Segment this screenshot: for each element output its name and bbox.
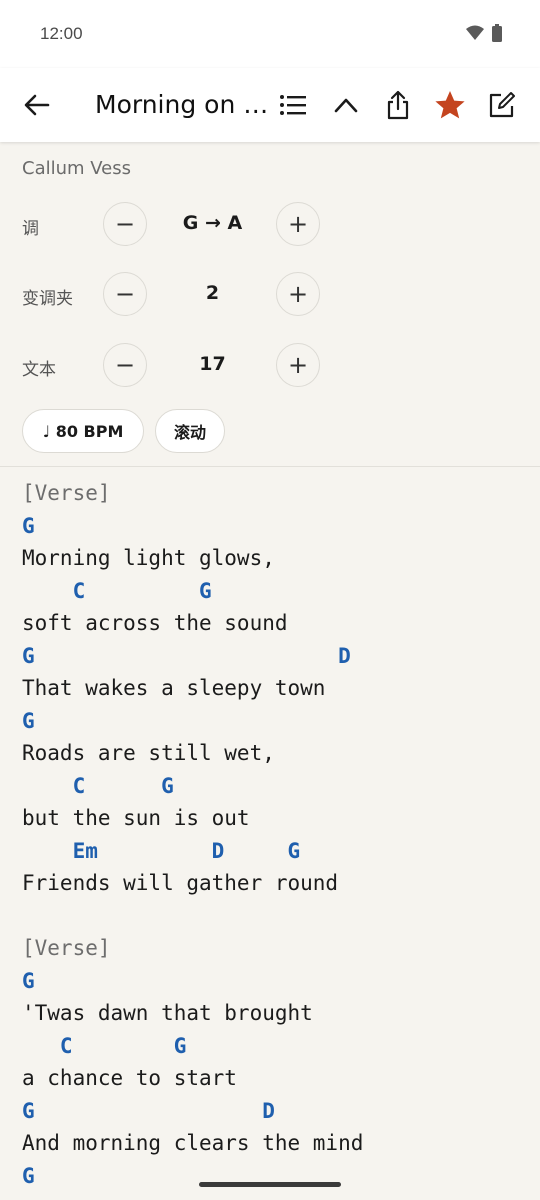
- key-increase-button[interactable]: +: [276, 202, 320, 246]
- key-decrease-button[interactable]: −: [103, 202, 147, 246]
- song-title: Morning on the Harbour: [95, 90, 270, 119]
- key-label: 调: [22, 219, 39, 239]
- section-header: [Verse]: [22, 481, 111, 505]
- text-size-increase-button[interactable]: +: [276, 343, 320, 387]
- lyric-line: Morning light glows,: [22, 546, 275, 570]
- share-icon[interactable]: [381, 88, 415, 122]
- lyric-line: And morning clears the mind: [22, 1131, 364, 1155]
- chord-line: G: [22, 1163, 35, 1188]
- chord-sheet: [Verse] G Morning light glows, C G soft acr…: [22, 477, 363, 1192]
- battery-icon: [492, 24, 502, 46]
- top-app-bar: Morning on the Harbour: [0, 68, 540, 142]
- lyric-line: That wakes a sleepy town: [22, 676, 326, 700]
- lyric-line: 'Twas dawn that brought: [22, 1001, 313, 1025]
- capo-row: 变调夹 − 2 +: [0, 272, 540, 320]
- artist-name: Callum Vess: [22, 158, 132, 179]
- capo-decrease-button[interactable]: −: [103, 272, 147, 316]
- status-time: 12:00: [40, 24, 83, 43]
- key-row: 调 − G → A +: [0, 202, 540, 250]
- text-size-row: 文本 − 17 +: [0, 343, 540, 391]
- lyric-line: but the sun is out: [22, 806, 250, 830]
- chord-line: G: [22, 708, 35, 733]
- lyric-line: a chance to start: [22, 1066, 237, 1090]
- chord-line: C G: [22, 578, 212, 603]
- autoscroll-button[interactable]: 滚动: [155, 409, 225, 453]
- star-icon[interactable]: [433, 88, 467, 122]
- status-icons: [466, 24, 502, 46]
- lyric-line: Friends will gather round: [22, 871, 339, 895]
- key-value: G → A: [182, 212, 243, 234]
- capo-label: 变调夹: [22, 289, 73, 309]
- text-size-value: 17: [199, 353, 226, 375]
- status-bar: 12:00: [0, 0, 540, 68]
- capo-increase-button[interactable]: +: [276, 272, 320, 316]
- wifi-icon: [466, 25, 484, 45]
- capo-value: 2: [205, 282, 220, 304]
- text-size-label: 文本: [22, 360, 56, 380]
- chord-line: C G: [22, 1033, 187, 1058]
- edit-icon[interactable]: [485, 88, 519, 122]
- lyric-line: Roads are still wet,: [22, 741, 275, 765]
- section-header: [Verse]: [22, 936, 111, 960]
- chord-line: G: [22, 968, 35, 993]
- chord-line: C G: [22, 773, 174, 798]
- text-size-decrease-button[interactable]: −: [103, 343, 147, 387]
- chevron-up-icon[interactable]: [329, 88, 363, 122]
- home-indicator[interactable]: [199, 1182, 341, 1187]
- song-controls: Callum Vess 调 − G → A + 变调夹 − 2 + 文本 − 1…: [0, 142, 540, 467]
- chord-line: G: [22, 513, 35, 538]
- bpm-button[interactable]: ♩ 80 BPM: [22, 409, 144, 453]
- chord-line: G D: [22, 643, 351, 668]
- chord-line: Em D G: [22, 838, 301, 863]
- lyric-line: soft across the sound: [22, 611, 288, 635]
- divider: [0, 466, 540, 467]
- list-icon[interactable]: [276, 88, 310, 122]
- back-arrow-icon[interactable]: [20, 88, 54, 122]
- chord-line: G D: [22, 1098, 275, 1123]
